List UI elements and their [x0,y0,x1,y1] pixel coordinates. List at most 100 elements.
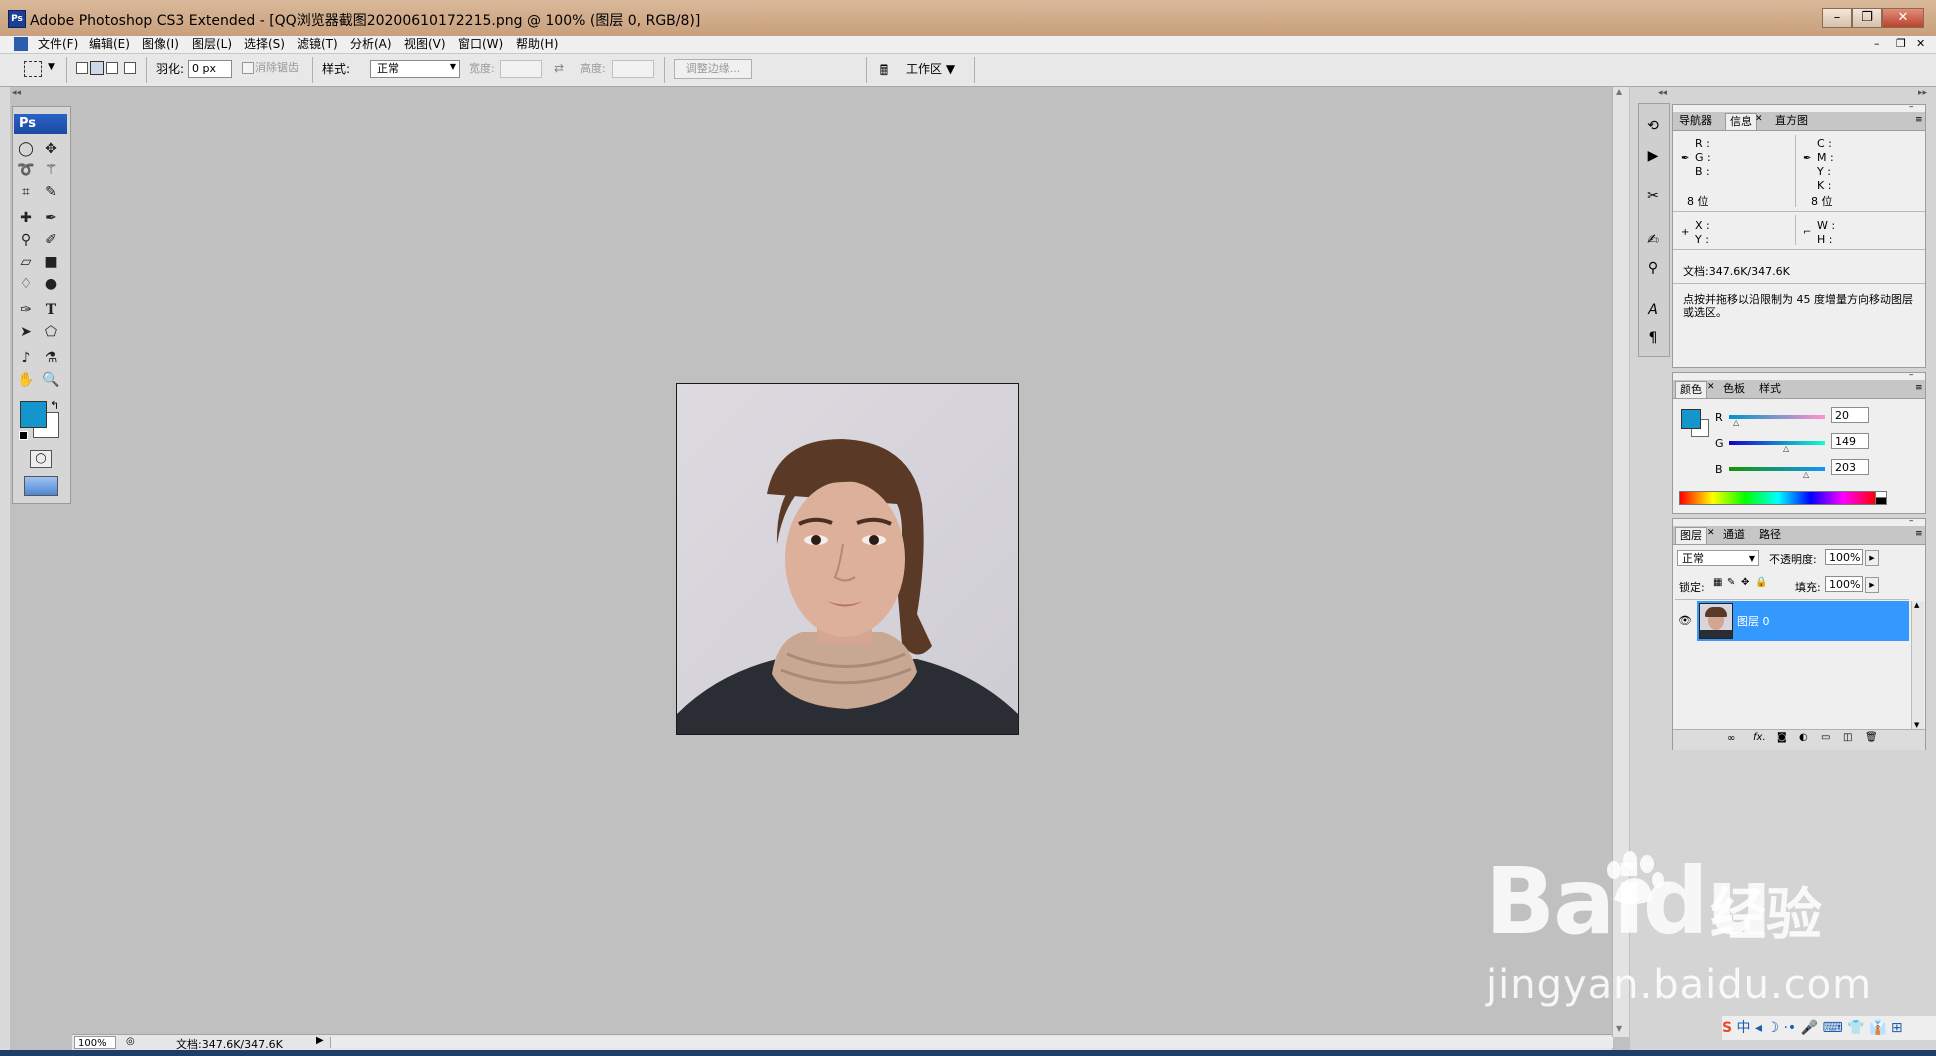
shape-tool-icon[interactable]: ⬠ [41,323,61,341]
sogou-icon[interactable]: S [1722,1020,1732,1036]
history-brush-tool-icon[interactable]: ✐ [41,231,61,249]
scroll-down-icon[interactable]: ▼ [1616,1024,1622,1033]
restore-button[interactable]: ❐ [1852,8,1882,28]
blue-value-input[interactable]: 203 [1831,459,1869,475]
quick-mask-icon[interactable]: ◯ [30,450,52,468]
close-tab-icon[interactable]: ✕ [1755,114,1763,124]
layer-name[interactable]: 图层 0 [1737,613,1770,629]
layer-style-icon[interactable]: fx. [1753,732,1766,743]
menu-edit[interactable]: 编辑(E) [89,36,130,53]
brushes-panel-icon[interactable]: ✍ [1643,230,1663,250]
menu-layer[interactable]: 图层(L) [192,36,232,53]
tab-channels[interactable]: 通道 [1719,527,1749,543]
notes-tool-icon[interactable]: ♪ [16,349,36,367]
close-button[interactable]: ✕ [1882,8,1924,28]
subtract-selection-icon[interactable] [106,62,118,74]
path-selection-tool-icon[interactable]: ➤ [16,323,36,341]
menu-view[interactable]: 视图(V) [404,36,446,53]
delete-layer-icon[interactable]: 🗑 [1865,732,1878,743]
color-fg-swatch[interactable] [1681,409,1701,429]
doc-restore-button[interactable]: ❐ [1896,37,1906,50]
panel-minimize-icon[interactable]: – [1909,370,1914,380]
menu-analysis[interactable]: 分析(A) [350,36,392,53]
eraser-tool-icon[interactable]: ▱ [16,253,36,271]
fill-arrow-icon[interactable]: ▶ [1865,577,1879,593]
swap-colors-icon[interactable]: ↰ [50,399,59,412]
slice-tool-icon[interactable]: ✎ [41,183,61,201]
eyedropper-tool-icon[interactable]: ⚗ [41,349,61,367]
tab-layers[interactable]: 图层 [1675,527,1707,544]
hand-tool-icon[interactable]: ✋ [16,371,36,389]
lasso-tool-icon[interactable]: ➰ [16,161,36,179]
foreground-color-swatch[interactable] [20,401,47,428]
panel-menu-icon[interactable]: ≡ [1915,529,1923,539]
link-layers-icon[interactable]: ∞ [1727,733,1735,744]
workspace-menu[interactable]: 工作区 ▼ [906,60,968,78]
green-value-input[interactable]: 149 [1831,433,1869,449]
elliptical-marquee-tool-icon[interactable]: ◯ [16,140,36,158]
panel-minimize-icon[interactable]: – [1909,516,1914,526]
menu-help[interactable]: 帮助(H) [516,36,558,53]
menu-image[interactable]: 图像(I) [142,36,179,53]
blend-mode-select[interactable]: 正常 ▼ [1677,550,1759,566]
document-canvas[interactable] [676,383,1019,735]
layer-row[interactable]: 图层 0 [1697,601,1909,641]
feather-input[interactable]: 0 px [188,60,232,78]
type-tool-icon[interactable]: T [41,301,61,319]
green-slider[interactable] [1729,441,1825,445]
expand-dock-icon[interactable]: ◂◂ [1658,88,1667,98]
panel-minimize-icon[interactable]: – [1909,102,1914,112]
layer-visibility-eye-icon[interactable]: 👁 [1675,601,1695,641]
layer-mask-icon[interactable]: ◙ [1777,732,1787,743]
opacity-input[interactable]: 100% [1825,549,1863,565]
slider-handle[interactable]: △ [1803,470,1809,479]
lock-position-icon[interactable]: ✥ [1741,577,1749,588]
width-input[interactable] [500,60,542,78]
style-select[interactable]: 正常 ▼ [370,60,460,78]
new-layer-icon[interactable]: ◫ [1843,732,1852,743]
lock-transparency-icon[interactable]: ▦ [1713,577,1722,588]
default-colors-icon[interactable] [19,431,28,440]
blur-tool-icon[interactable]: ♢ [16,275,36,293]
status-menu-icon[interactable]: ◎ [126,1036,135,1047]
actions-panel-icon[interactable]: ▶ [1643,146,1663,166]
adjustment-layer-icon[interactable]: ◐ [1799,732,1808,743]
tab-swatches[interactable]: 色板 [1719,381,1749,397]
screen-mode-icon[interactable] [24,476,58,496]
new-selection-icon[interactable] [76,62,88,74]
swap-icon[interactable]: ⇄ [554,61,564,75]
minimize-button[interactable]: – [1822,8,1852,28]
red-value-input[interactable]: 20 [1831,407,1869,423]
panel-menu-icon[interactable]: ≡ [1915,115,1923,125]
status-arrow-icon[interactable]: ▶ [316,1035,324,1046]
refine-edge-button[interactable]: 调整边缘... [674,59,752,79]
tab-styles[interactable]: 样式 [1755,381,1785,397]
add-selection-icon[interactable] [90,61,104,75]
character-panel-icon[interactable]: A [1643,300,1663,320]
height-input[interactable] [612,60,654,78]
color-ramp-black[interactable] [1875,497,1887,505]
clone-stamp-tool-icon[interactable]: ⚲ [16,231,36,249]
lock-all-icon[interactable]: 🔒 [1755,577,1767,588]
marquee-tool-preset-icon[interactable] [24,61,42,77]
menu-file[interactable]: 文件(F) [38,36,78,53]
tab-color[interactable]: 颜色 [1675,381,1707,398]
history-panel-icon[interactable]: ⟲ [1643,116,1663,136]
zoom-field[interactable]: 100% [74,1036,116,1049]
gradient-tool-icon[interactable]: ■ [41,253,61,271]
dodge-tool-icon[interactable]: ● [41,275,61,293]
intersect-selection-icon[interactable] [124,62,136,74]
color-ramp[interactable] [1679,491,1877,505]
tab-histogram[interactable]: 直方图 [1771,113,1812,129]
horizontal-scrollbar[interactable] [330,1037,1613,1048]
collapse-dock-icon[interactable]: ▸▸ [1918,88,1927,98]
close-tab-icon[interactable]: ✕ [1707,528,1715,538]
crop-tool-icon[interactable]: ⌗ [16,183,36,201]
red-slider[interactable] [1729,415,1825,419]
tab-info[interactable]: 信息 [1725,113,1757,130]
scroll-up-icon[interactable]: ▲ [1616,87,1622,96]
close-tab-icon[interactable]: ✕ [1707,382,1715,392]
chevron-down-icon[interactable]: ▼ [48,62,55,72]
menu-filter[interactable]: 滤镜(T) [297,36,338,53]
move-tool-icon[interactable]: ✥ [41,140,61,158]
